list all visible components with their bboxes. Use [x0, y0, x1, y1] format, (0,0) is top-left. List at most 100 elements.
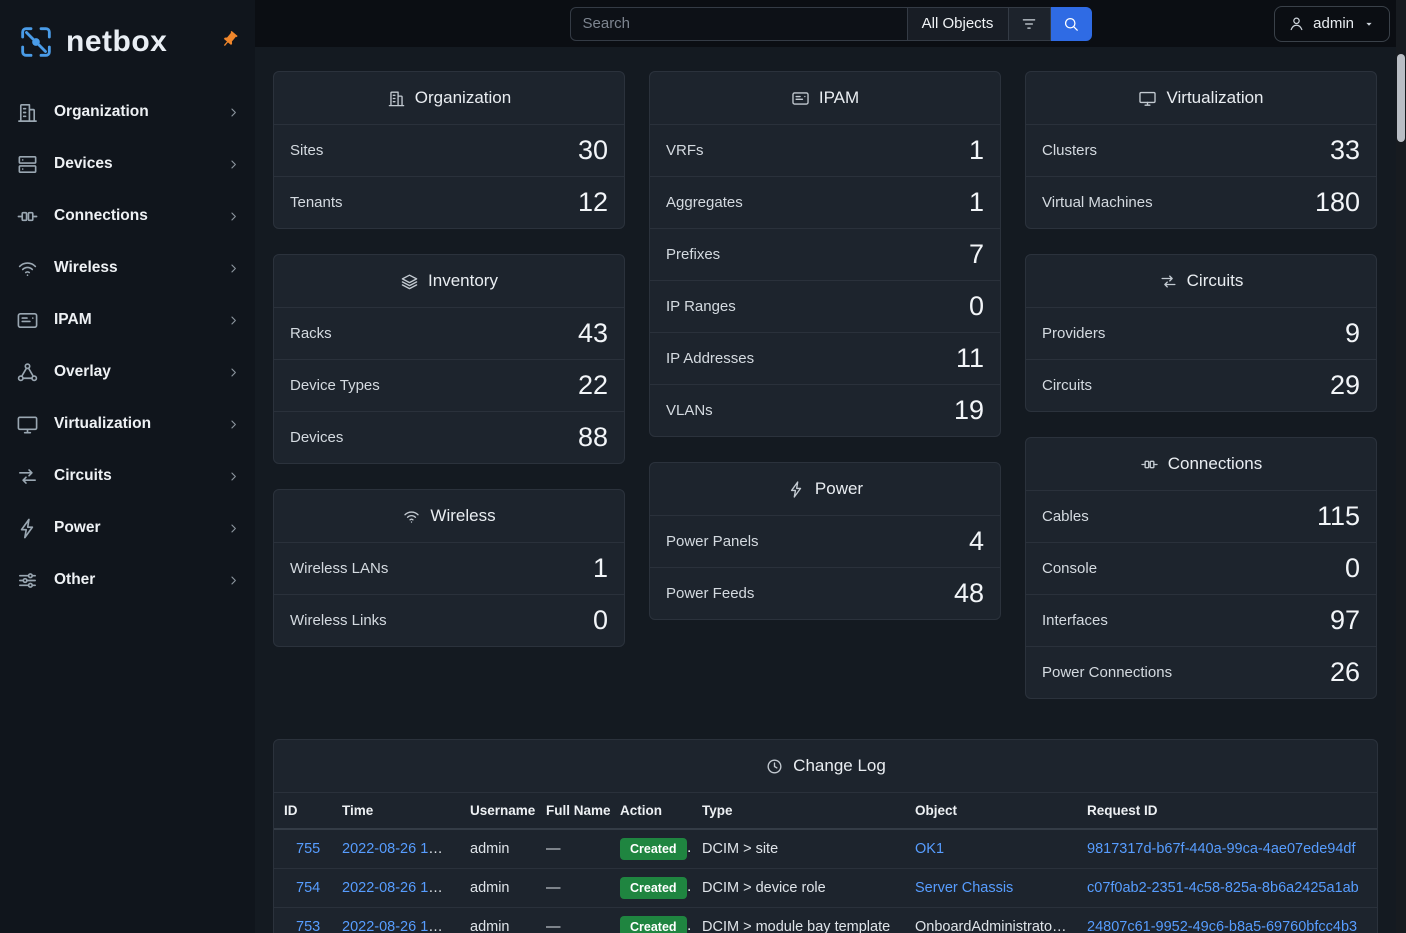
request-id-link[interactable]: 24807c61-9952-49c6-b8a5-69760bfcc4b3: [1087, 919, 1357, 933]
stat-row[interactable]: Tenants 12: [274, 176, 624, 228]
object-link[interactable]: OK1: [915, 841, 944, 857]
sidebar-item[interactable]: Devices: [0, 138, 255, 190]
changelog-time-link[interactable]: 2022-08-26 14:22: [342, 841, 457, 857]
card-power: Power Power Panels 4 Power Feeds 48: [649, 462, 1001, 620]
chevron-right-icon: [226, 365, 241, 380]
stat-row[interactable]: Console 0: [1026, 542, 1376, 594]
netbox-logo[interactable]: netbox: [0, 0, 255, 86]
sidebar-item[interactable]: Connections: [0, 190, 255, 242]
stat-row[interactable]: IP Ranges 0: [650, 280, 1000, 332]
object-link[interactable]: Server Chassis: [915, 880, 1013, 896]
username-label: admin: [1313, 15, 1354, 32]
stat-row[interactable]: Power Feeds 48: [650, 567, 1000, 619]
sidebar-item[interactable]: IPAM: [0, 294, 255, 346]
wifi-icon: [16, 257, 39, 280]
search-input[interactable]: [570, 7, 908, 41]
chevron-right-icon: [226, 105, 241, 120]
stat-row[interactable]: Racks 43: [274, 307, 624, 359]
table-row: 753 2022-08-26 14:15 admin — Created DCI…: [274, 908, 1377, 933]
column-header: Full Name: [536, 793, 610, 830]
stat-row[interactable]: Circuits 29: [1026, 359, 1376, 411]
stat-label: Sites: [290, 142, 323, 159]
card-circuits: Circuits Providers 9 Circuits 29: [1025, 254, 1377, 412]
sidebar-item[interactable]: Virtualization: [0, 398, 255, 450]
card-header: Connections: [1026, 438, 1376, 490]
stat-label: Providers: [1042, 325, 1105, 342]
type-cell: DCIM > module bay template: [692, 908, 905, 933]
stat-label: Power Connections: [1042, 664, 1172, 681]
scrollbar-track[interactable]: [1396, 0, 1406, 933]
stat-label: Cables: [1042, 508, 1089, 525]
object-link[interactable]: OnboardAdministrator-2: [915, 919, 1070, 933]
sliders-icon: [16, 569, 39, 592]
stat-label: Virtual Machines: [1042, 194, 1153, 211]
chevron-right-icon: [226, 417, 241, 432]
sidebar-item[interactable]: Organization: [0, 86, 255, 138]
column-3: Virtualization Clusters 33 Virtual Machi…: [1025, 71, 1377, 699]
changelog-id-link[interactable]: 755: [296, 841, 320, 857]
stat-row[interactable]: Device Types 22: [274, 359, 624, 411]
stat-value: 48: [954, 578, 984, 609]
search-button[interactable]: [1051, 7, 1092, 41]
request-id-link[interactable]: 9817317d-b67f-440a-99ca-4ae07ede94df: [1087, 841, 1355, 857]
monitor-icon: [1138, 89, 1157, 108]
stat-label: Console: [1042, 560, 1097, 577]
sidebar-item[interactable]: Circuits: [0, 450, 255, 502]
search-group: All Objects: [570, 7, 1092, 41]
card-rows: Sites 30 Tenants 12: [274, 124, 624, 228]
pin-icon[interactable]: [216, 26, 243, 53]
chevron-right-icon: [226, 573, 241, 588]
sidebar-item[interactable]: Wireless: [0, 242, 255, 294]
stat-row[interactable]: Clusters 33: [1026, 124, 1376, 176]
stat-row[interactable]: VLANs 19: [650, 384, 1000, 436]
table-header-row: IDTimeUsernameFull NameActionTypeObjectR…: [274, 793, 1377, 830]
card-title: Organization: [415, 88, 511, 108]
stat-row[interactable]: Providers 9: [1026, 307, 1376, 359]
stat-row[interactable]: Prefixes 7: [650, 228, 1000, 280]
stat-row[interactable]: Wireless Links 0: [274, 594, 624, 646]
stat-value: 1: [969, 187, 984, 218]
app-root: netbox Organization Devices Connections: [0, 0, 1406, 933]
stat-row[interactable]: Virtual Machines 180: [1026, 176, 1376, 228]
stat-row[interactable]: Power Panels 4: [650, 515, 1000, 567]
stat-row[interactable]: Aggregates 1: [650, 176, 1000, 228]
stat-label: Interfaces: [1042, 612, 1108, 629]
sidebar-item[interactable]: Overlay: [0, 346, 255, 398]
cable-icon: [16, 205, 39, 228]
column-header: Time: [332, 793, 460, 830]
card-title: Inventory: [428, 271, 498, 291]
changelog-id-link[interactable]: 753: [296, 919, 320, 933]
sidebar: netbox Organization Devices Connections: [0, 0, 255, 933]
lightning-icon: [16, 517, 39, 540]
stat-row[interactable]: Power Connections 26: [1026, 646, 1376, 698]
filter-button[interactable]: [1009, 7, 1051, 41]
stat-row[interactable]: Interfaces 97: [1026, 594, 1376, 646]
user-menu-button[interactable]: admin: [1274, 6, 1390, 42]
object-type-button[interactable]: All Objects: [908, 7, 1009, 41]
stat-value: 1: [969, 135, 984, 166]
transfer-arrows-icon: [16, 465, 39, 488]
stat-row[interactable]: Devices 88: [274, 411, 624, 463]
chevron-right-icon: [226, 469, 241, 484]
sidebar-item[interactable]: Other: [0, 554, 255, 606]
stat-row[interactable]: Sites 30: [274, 124, 624, 176]
network-graph-icon: [16, 361, 39, 384]
stat-label: Power Panels: [666, 533, 759, 550]
stat-value: 11: [956, 343, 984, 374]
stat-row[interactable]: Cables 115: [1026, 490, 1376, 542]
stat-row[interactable]: Wireless LANs 1: [274, 542, 624, 594]
stat-row[interactable]: IP Addresses 11: [650, 332, 1000, 384]
stat-value: 29: [1330, 370, 1360, 401]
stat-row[interactable]: VRFs 1: [650, 124, 1000, 176]
request-id-link[interactable]: c07f0ab2-2351-4c58-825a-8b6a2425a1ab: [1087, 880, 1359, 896]
card-header: Virtualization: [1026, 72, 1376, 124]
stat-value: 115: [1317, 501, 1360, 532]
changelog-time-link[interactable]: 2022-08-26 14:15: [342, 919, 457, 933]
changelog-id-link[interactable]: 754: [296, 880, 320, 896]
scrollbar-thumb[interactable]: [1397, 54, 1405, 142]
full-name-cell: —: [536, 829, 610, 869]
table-row: 754 2022-08-26 14:17 admin — Created DCI…: [274, 869, 1377, 908]
changelog-time-link[interactable]: 2022-08-26 14:17: [342, 880, 457, 896]
stat-label: VRFs: [666, 142, 704, 159]
sidebar-item[interactable]: Power: [0, 502, 255, 554]
